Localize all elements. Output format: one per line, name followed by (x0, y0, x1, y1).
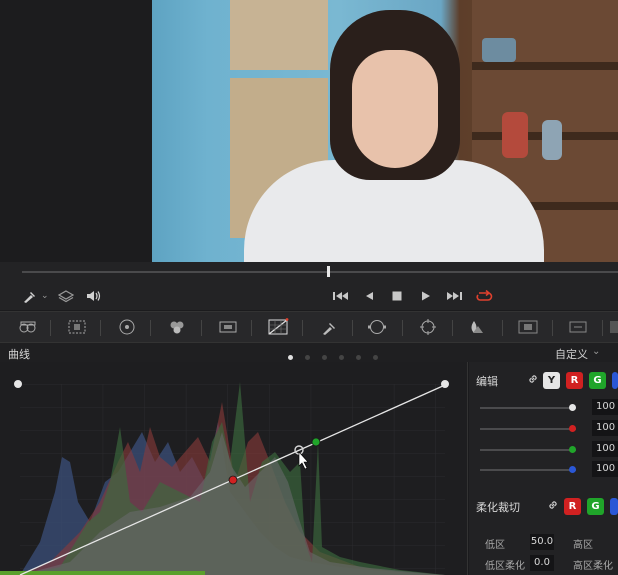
picker-icon[interactable] (22, 289, 38, 307)
low-value[interactable]: 50.0 (530, 534, 554, 550)
tool-divider (502, 320, 503, 336)
window-icon[interactable] (366, 318, 388, 336)
subject-face (352, 50, 438, 168)
speaker-icon[interactable] (86, 289, 102, 307)
viewer (0, 0, 618, 262)
stop-icon[interactable] (391, 289, 403, 307)
slider-knob[interactable] (569, 466, 576, 473)
key-icon[interactable] (517, 318, 539, 336)
curves-panel-header: 曲线 自定义 ⌄ (0, 343, 618, 362)
intensity-value-g[interactable]: 100 (592, 441, 618, 457)
color-match-icon[interactable] (66, 318, 88, 336)
tool-divider (552, 320, 553, 336)
page-dot[interactable] (373, 355, 378, 360)
page-dot[interactable] (356, 355, 361, 360)
qualifier-icon[interactable] (318, 318, 340, 336)
play-icon[interactable] (420, 289, 432, 307)
page-dot[interactable] (322, 355, 327, 360)
viewer-gutter (0, 0, 152, 262)
transport-bar: ⌄ (0, 282, 618, 310)
high-label: 高区 (573, 540, 593, 551)
wall-poster (230, 0, 328, 70)
intensity-slider-b[interactable] (480, 466, 576, 473)
channel-b-button[interactable] (612, 372, 618, 389)
skip-forward-icon[interactable] (445, 289, 463, 307)
soft-clip-g-button[interactable]: G (587, 498, 604, 515)
loop-icon[interactable] (475, 289, 493, 307)
soft-clip-r-button[interactable]: R (564, 498, 581, 515)
video-frame (152, 0, 618, 262)
step-back-icon[interactable] (363, 289, 375, 307)
sizing-icon[interactable] (567, 318, 589, 336)
intensity-value-y[interactable]: 100 (592, 399, 618, 415)
tool-divider (602, 320, 603, 336)
channel-r-button[interactable]: R (566, 372, 583, 389)
tool-divider (50, 320, 51, 336)
color-tools-bar (0, 311, 618, 343)
rgb-mixer-icon[interactable] (166, 318, 188, 336)
curves-graph[interactable] (0, 362, 468, 575)
tool-divider (302, 320, 303, 336)
tracker-icon[interactable] (417, 318, 439, 336)
low-label: 低区 (485, 540, 505, 551)
page-dot[interactable] (339, 355, 344, 360)
soft-clip-title: 柔化裁切 (476, 501, 520, 514)
intensity-slider-y[interactable] (480, 404, 576, 411)
link-icon[interactable] (547, 499, 559, 511)
low-soft-label: 低区柔化 (485, 561, 525, 572)
curve-start-point[interactable] (14, 380, 22, 388)
shelf-item (482, 38, 516, 62)
blur-icon[interactable] (466, 318, 488, 336)
playhead[interactable] (327, 266, 330, 277)
tool-divider (402, 320, 403, 336)
page-dot[interactable] (305, 355, 310, 360)
slider-knob[interactable] (569, 425, 576, 432)
timeline-scrubber[interactable] (0, 262, 618, 282)
motion-effects-icon[interactable] (217, 318, 239, 336)
tool-divider (100, 320, 101, 336)
3d-icon[interactable] (609, 318, 618, 336)
channel-g-button[interactable]: G (589, 372, 606, 389)
shelf-item (542, 120, 562, 160)
tool-divider (201, 320, 202, 336)
slider-knob[interactable] (569, 404, 576, 411)
slider-knob[interactable] (569, 446, 576, 453)
chevron-down-icon[interactable]: ⌄ (41, 289, 49, 303)
high-soft-label: 高区柔化 (573, 561, 613, 572)
curve-end-point[interactable] (441, 380, 449, 388)
skip-back-icon[interactable] (332, 289, 350, 307)
edit-title: 编辑 (476, 375, 498, 388)
shelf-item (502, 112, 528, 158)
intensity-slider-g[interactable] (480, 446, 576, 453)
layers-icon[interactable] (57, 289, 75, 307)
curves-icon[interactable] (267, 318, 289, 336)
color-wheels-icon[interactable] (116, 318, 138, 336)
curves-canvas[interactable] (0, 362, 468, 575)
tool-divider (251, 320, 252, 336)
curve-edit-panel: 编辑 Y R G 100 100 100 100 柔化裁切 R G 低区 50.… (469, 362, 618, 575)
chevron-down-icon[interactable]: ⌄ (592, 346, 600, 357)
tool-divider (452, 320, 453, 336)
intensity-value-r[interactable]: 100 (592, 420, 618, 436)
tool-divider (150, 320, 151, 336)
soft-clip-b-button[interactable] (610, 498, 618, 515)
page-dot[interactable] (288, 355, 293, 360)
link-icon[interactable] (527, 373, 539, 385)
intensity-slider-r[interactable] (480, 425, 576, 432)
panel-title: 曲线 (8, 348, 30, 361)
intensity-value-b[interactable]: 100 (592, 461, 618, 477)
tool-divider (352, 320, 353, 336)
channel-y-button[interactable]: Y (543, 372, 560, 389)
low-soft-value[interactable]: 0.0 (530, 555, 554, 571)
curve-point-green[interactable] (311, 437, 321, 447)
curve-preset-dropdown[interactable]: 自定义 (555, 346, 588, 362)
curve-point-red[interactable] (228, 475, 238, 485)
camera-raw-icon[interactable] (17, 318, 39, 336)
range-indicator (0, 571, 205, 575)
timeline-track[interactable] (22, 271, 618, 273)
